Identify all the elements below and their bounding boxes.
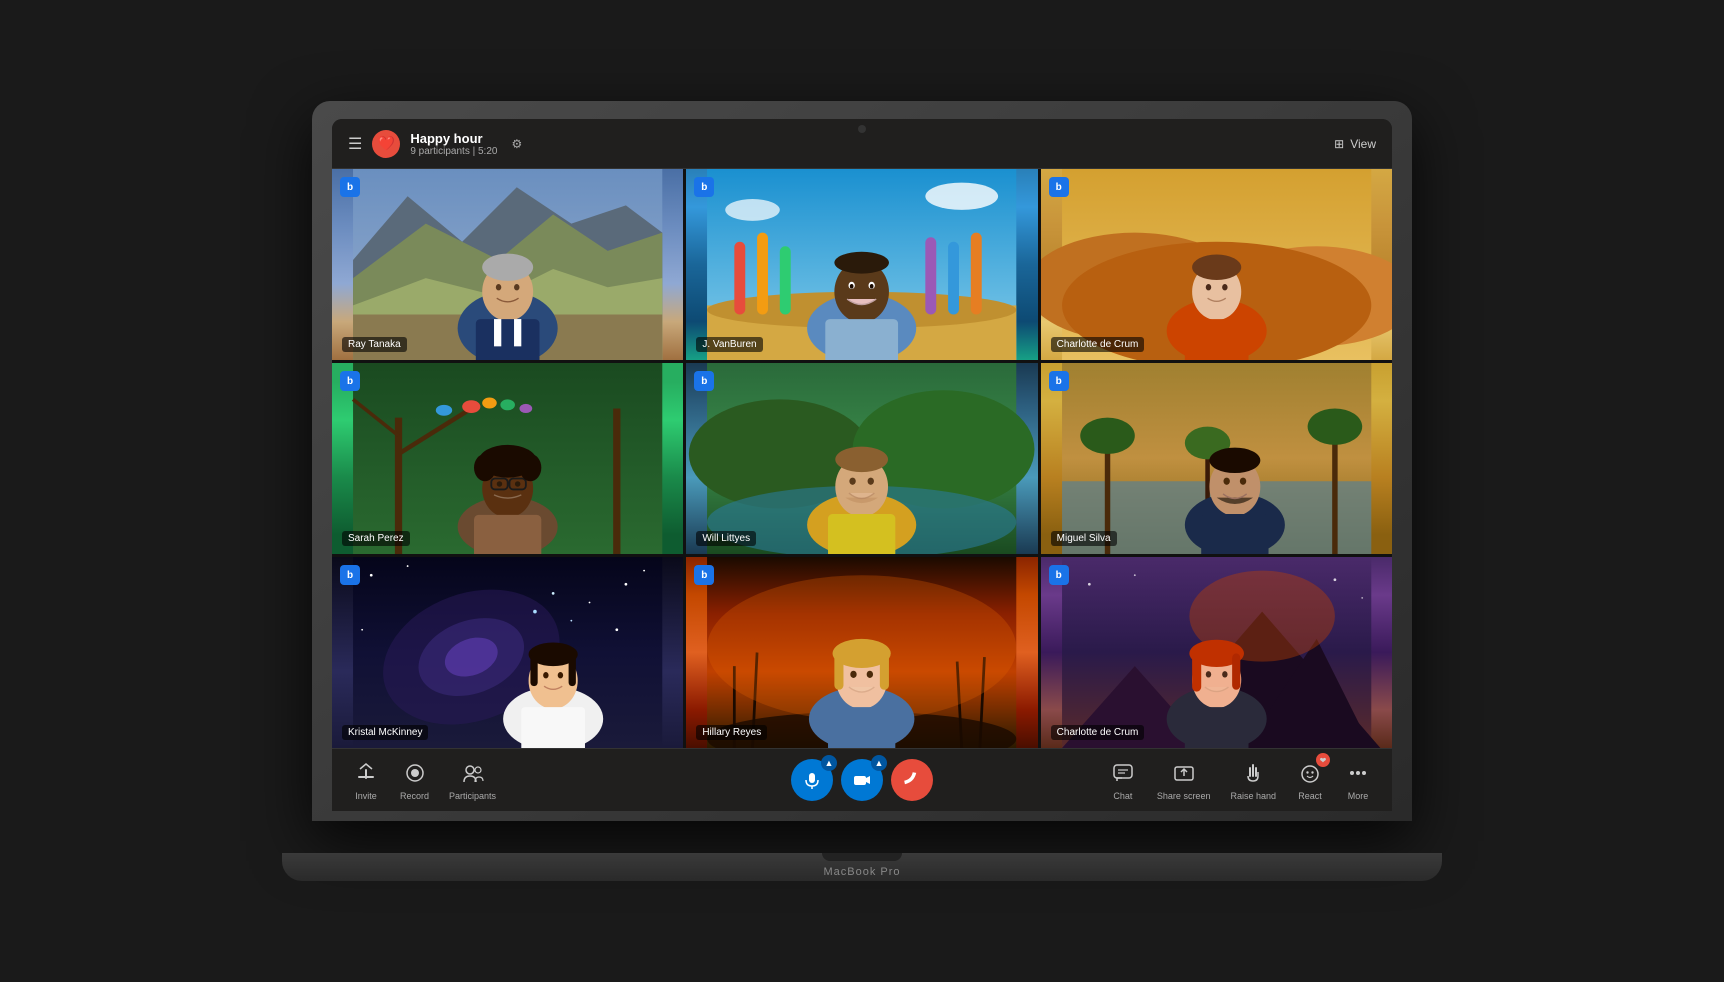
mic-chevron-icon[interactable]: ▲ bbox=[821, 755, 837, 771]
hamburger-menu-icon[interactable]: ☰ bbox=[348, 134, 362, 154]
record-icon bbox=[401, 759, 429, 787]
chat-icon bbox=[1109, 759, 1137, 787]
raise-hand-button[interactable]: Raise hand bbox=[1230, 759, 1276, 801]
end-call-button[interactable] bbox=[891, 759, 933, 801]
laptop-body: ☰ ❤️ Happy hour 9 participants | 5:20 ⚙ bbox=[312, 101, 1412, 821]
laptop-brand-label: MacBook Pro bbox=[823, 866, 900, 878]
participants-button[interactable]: Participants bbox=[449, 759, 496, 801]
meeting-duration: 5:20 bbox=[478, 146, 497, 157]
mic-button-wrapper: ▲ bbox=[791, 759, 833, 801]
participants-count: 9 participants bbox=[410, 146, 469, 157]
video-tile-charlotte-2[interactable]: b Charlotte de Crum bbox=[1041, 557, 1392, 748]
video-tile-hillary-reyes[interactable]: b Hillary Reyes bbox=[686, 557, 1037, 748]
bing-badge-1: b bbox=[340, 177, 360, 197]
react-label: React bbox=[1298, 791, 1322, 801]
more-label: More bbox=[1348, 791, 1369, 801]
bing-badge-6: b bbox=[1049, 371, 1069, 391]
invite-button[interactable]: Invite bbox=[352, 759, 380, 801]
meeting-info: Happy hour 9 participants | 5:20 bbox=[410, 131, 497, 157]
share-screen-label: Share screen bbox=[1157, 791, 1211, 801]
view-label: View bbox=[1350, 137, 1376, 151]
chat-button[interactable]: Chat bbox=[1109, 759, 1137, 801]
participant-label-3: Charlotte de Crum bbox=[1051, 337, 1145, 352]
video-tile-sarah-perez[interactable]: b Sarah Perez bbox=[332, 363, 683, 554]
controls-right: Chat Share screen bbox=[1109, 759, 1372, 801]
bing-badge-4: b bbox=[340, 371, 360, 391]
chat-label: Chat bbox=[1113, 791, 1132, 801]
video-tile-will-littyes[interactable]: b Will Littyes bbox=[686, 363, 1037, 554]
video-grid: b Ray Tanaka bbox=[332, 169, 1392, 748]
video-tile-miguel-silva[interactable]: b Miguel Silva bbox=[1041, 363, 1392, 554]
bing-badge-7: b bbox=[340, 565, 360, 585]
video-tile-kristal-mckinney[interactable]: b Kristal McKinney bbox=[332, 557, 683, 748]
video-tile-ray-tanaka[interactable]: b Ray Tanaka bbox=[332, 169, 683, 360]
more-button[interactable]: More bbox=[1344, 759, 1372, 801]
bing-badge-3: b bbox=[1049, 177, 1069, 197]
react-icon: ❤ bbox=[1296, 759, 1324, 787]
bing-badge-2: b bbox=[694, 177, 714, 197]
invite-icon bbox=[352, 759, 380, 787]
participant-label-1: Ray Tanaka bbox=[342, 337, 407, 352]
participants-label: Participants bbox=[449, 791, 496, 801]
settings-icon[interactable]: ⚙ bbox=[511, 137, 522, 151]
meeting-avatar: ❤️ bbox=[372, 130, 400, 158]
laptop-base: MacBook Pro bbox=[282, 853, 1442, 881]
record-label: Record bbox=[400, 791, 429, 801]
header-left: ☰ ❤️ Happy hour 9 participants | 5:20 ⚙ bbox=[348, 130, 522, 158]
heart-badge: ❤ bbox=[1316, 753, 1330, 767]
participant-label-5: Will Littyes bbox=[696, 531, 756, 546]
invite-label: Invite bbox=[355, 791, 377, 801]
bing-badge-5: b bbox=[694, 371, 714, 391]
laptop-notch bbox=[822, 853, 902, 861]
teams-app: ☰ ❤️ Happy hour 9 participants | 5:20 ⚙ bbox=[332, 119, 1392, 811]
react-button[interactable]: ❤ React bbox=[1296, 759, 1324, 801]
participant-label-7: Kristal McKinney bbox=[342, 725, 428, 740]
bing-badge-8: b bbox=[694, 565, 714, 585]
laptop-frame: ☰ ❤️ Happy hour 9 participants | 5:20 ⚙ bbox=[312, 101, 1412, 881]
bing-badge-9: b bbox=[1049, 565, 1069, 585]
meeting-title: Happy hour bbox=[410, 131, 497, 146]
raise-hand-label: Raise hand bbox=[1230, 791, 1276, 801]
camera-dot bbox=[858, 125, 866, 133]
participant-label-2: J. VanBuren bbox=[696, 337, 762, 352]
view-button[interactable]: ⊞ View bbox=[1334, 137, 1376, 151]
raise-hand-icon bbox=[1239, 759, 1267, 787]
participants-icon bbox=[459, 759, 487, 787]
control-bar: Invite Record bbox=[332, 748, 1392, 811]
share-screen-button[interactable]: Share screen bbox=[1157, 759, 1211, 801]
meeting-meta: 9 participants | 5:20 bbox=[410, 146, 497, 157]
share-screen-icon bbox=[1170, 759, 1198, 787]
participant-label-6: Miguel Silva bbox=[1051, 531, 1117, 546]
video-tile-charlotte-1[interactable]: b Charlotte de Crum bbox=[1041, 169, 1392, 360]
record-button[interactable]: Record bbox=[400, 759, 429, 801]
camera-button-wrapper: ▲ bbox=[841, 759, 883, 801]
participant-label-4: Sarah Perez bbox=[342, 531, 410, 546]
participant-label-8: Hillary Reyes bbox=[696, 725, 767, 740]
controls-left: Invite Record bbox=[352, 759, 496, 801]
participant-label-9: Charlotte de Crum bbox=[1051, 725, 1145, 740]
video-tile-j-vanburen[interactable]: b J. VanBuren bbox=[686, 169, 1037, 360]
controls-center: ▲ ▲ bbox=[791, 759, 933, 801]
more-icon bbox=[1344, 759, 1372, 787]
grid-icon: ⊞ bbox=[1334, 137, 1344, 151]
screen-bezel: ☰ ❤️ Happy hour 9 participants | 5:20 ⚙ bbox=[332, 119, 1392, 811]
camera-chevron-icon[interactable]: ▲ bbox=[871, 755, 887, 771]
